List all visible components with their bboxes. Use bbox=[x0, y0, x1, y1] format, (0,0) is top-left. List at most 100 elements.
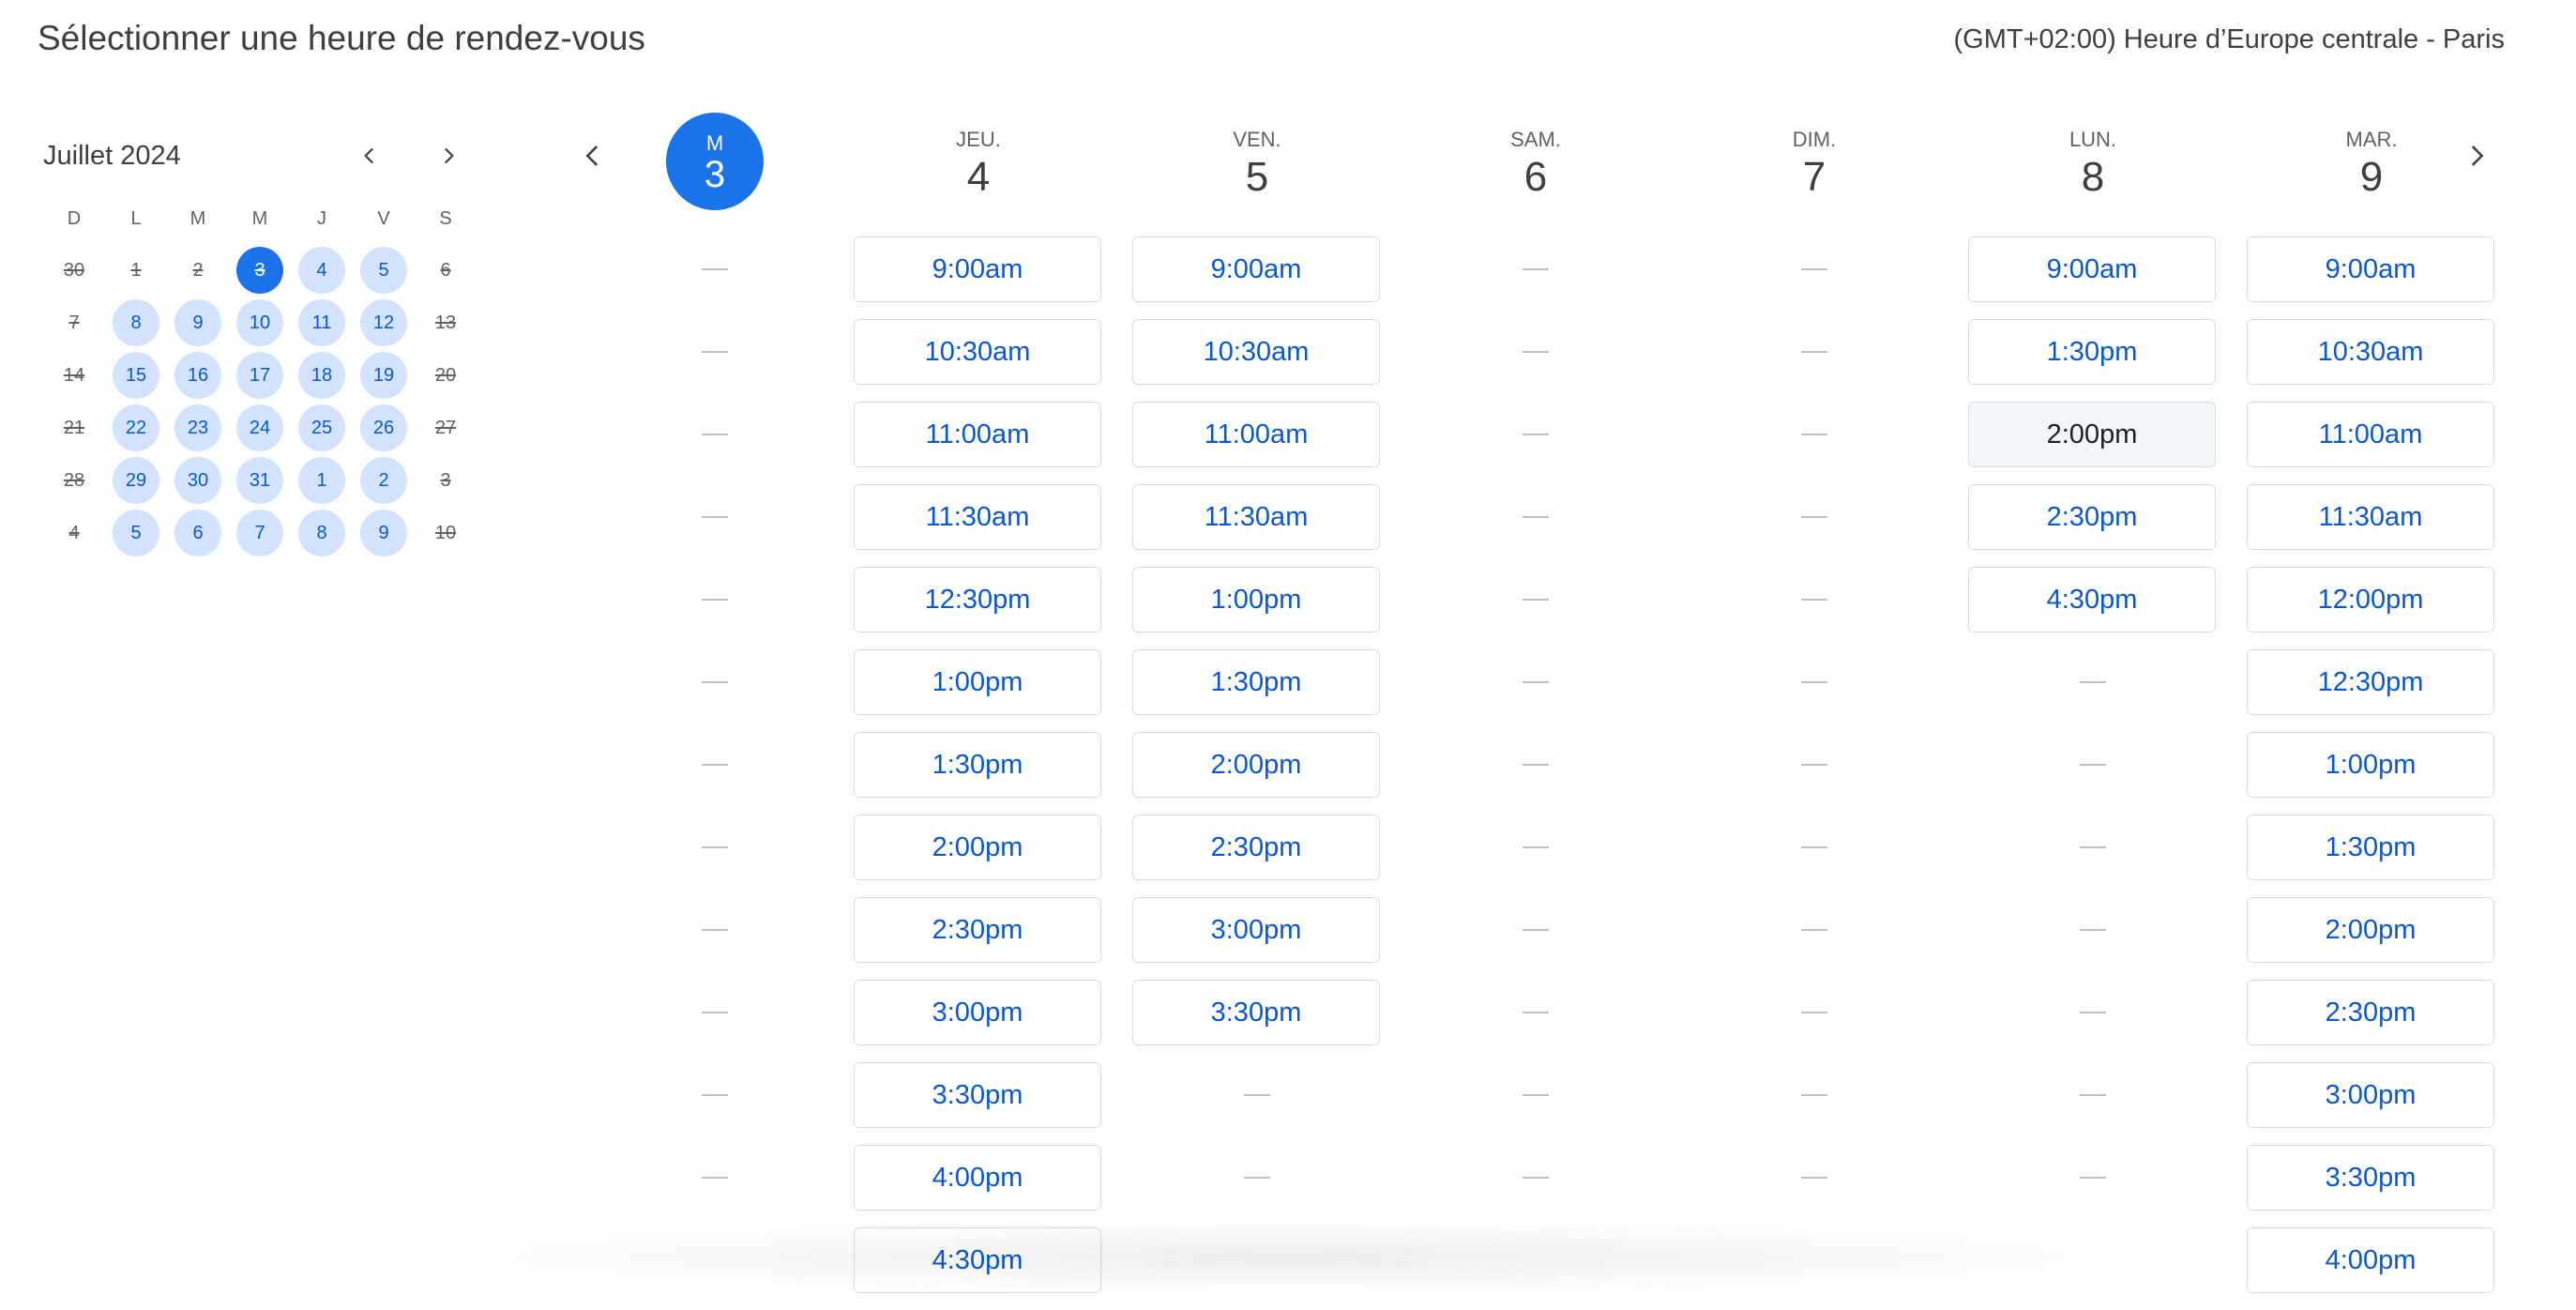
mini-calendar-day: 21 bbox=[43, 402, 105, 454]
time-slot-button[interactable]: 9:00am bbox=[1132, 236, 1380, 302]
time-slot-button[interactable]: 2:30pm bbox=[854, 897, 1101, 963]
time-slot-button[interactable]: 10:30am bbox=[1132, 319, 1380, 385]
time-slot-row: 12:00pm bbox=[2247, 567, 2496, 649]
time-slot-button[interactable]: 2:00pm bbox=[1132, 732, 1380, 798]
time-slot-button[interactable]: 11:00am bbox=[854, 402, 1101, 467]
mini-calendar-day[interactable]: 9 bbox=[167, 297, 229, 349]
time-slot-button[interactable]: 9:00am bbox=[1968, 236, 2216, 302]
mini-calendar-day[interactable]: 6 bbox=[167, 507, 229, 559]
time-slot-button[interactable]: 2:00pm bbox=[854, 815, 1101, 880]
mini-calendar-day[interactable]: 18 bbox=[291, 349, 353, 402]
time-slot-button[interactable]: 1:00pm bbox=[2247, 732, 2494, 798]
time-slot-button[interactable]: 3:30pm bbox=[1132, 980, 1380, 1045]
time-slot-button[interactable]: 1:30pm bbox=[1968, 319, 2216, 385]
day-number: 7 bbox=[236, 510, 283, 556]
mini-calendar-day[interactable]: 8 bbox=[105, 297, 167, 349]
time-slot-button[interactable]: 12:30pm bbox=[2247, 649, 2494, 715]
time-slot-button[interactable]: 4:30pm bbox=[854, 1227, 1101, 1293]
time-slot-button[interactable]: 3:00pm bbox=[1132, 897, 1380, 963]
unavailable-dash bbox=[1968, 846, 2218, 848]
mini-calendar-day: 20 bbox=[415, 349, 477, 402]
time-slot-button[interactable]: 1:00pm bbox=[854, 649, 1101, 715]
mini-calendar-day[interactable]: 2 bbox=[353, 454, 415, 507]
mini-calendar-day-selected[interactable]: 3 bbox=[229, 244, 291, 297]
time-slot-button[interactable]: 1:30pm bbox=[2247, 815, 2494, 880]
time-slot-list bbox=[638, 236, 792, 1227]
time-slot-button[interactable]: 9:00am bbox=[2247, 236, 2494, 302]
time-slot-button[interactable]: 3:30pm bbox=[2247, 1145, 2494, 1211]
mini-calendar-day[interactable]: 30 bbox=[167, 454, 229, 507]
time-slot-row bbox=[1411, 484, 1660, 567]
mini-calendar-day[interactable]: 23 bbox=[167, 402, 229, 454]
time-slot-row: 10:30am bbox=[1132, 319, 1382, 402]
mini-calendar-day: 13 bbox=[415, 297, 477, 349]
time-slot-button[interactable]: 11:30am bbox=[1132, 484, 1380, 550]
mini-calendar-day[interactable]: 26 bbox=[353, 402, 415, 454]
time-slot-button[interactable]: 3:30pm bbox=[854, 1062, 1101, 1128]
timezone-label[interactable]: (GMT+02:00) Heure d’Europe centrale - Pa… bbox=[1953, 24, 2505, 55]
time-slot-button[interactable]: 11:30am bbox=[854, 484, 1101, 550]
mini-calendar-day[interactable]: 8 bbox=[291, 507, 353, 559]
mini-calendar-day[interactable]: 17 bbox=[229, 349, 291, 402]
mini-calendar-day[interactable]: 7 bbox=[229, 507, 291, 559]
mini-calendar-day[interactable]: 10 bbox=[229, 297, 291, 349]
time-slot-button[interactable]: 4:00pm bbox=[2247, 1227, 2494, 1293]
weekday-label: J bbox=[317, 208, 326, 229]
time-slot-button[interactable]: 12:00pm bbox=[2247, 567, 2494, 632]
unavailable-dash bbox=[1690, 764, 1939, 766]
time-slot-row bbox=[1411, 815, 1660, 897]
time-slot-button[interactable]: 1:30pm bbox=[1132, 649, 1380, 715]
mini-calendar-day: 6 bbox=[415, 244, 477, 297]
mini-calendar-day[interactable]: 19 bbox=[353, 349, 415, 402]
mini-calendar-day[interactable]: 9 bbox=[353, 507, 415, 559]
time-slot-row: 11:30am bbox=[2247, 484, 2496, 567]
time-slot-button[interactable]: 9:00am bbox=[854, 236, 1101, 302]
time-slot-button[interactable]: 11:00am bbox=[1132, 402, 1380, 467]
time-slot-list bbox=[1690, 236, 1939, 1227]
time-slot-button[interactable]: 1:00pm bbox=[1132, 567, 1380, 632]
mini-calendar-day[interactable]: 12 bbox=[353, 297, 415, 349]
time-slot-button[interactable]: 11:00am bbox=[2247, 402, 2494, 467]
mini-calendar-day[interactable]: 5 bbox=[353, 244, 415, 297]
day-number: 17 bbox=[236, 352, 283, 399]
time-slot-row bbox=[1690, 897, 1939, 980]
time-slot-button[interactable]: 3:00pm bbox=[2247, 1062, 2494, 1128]
time-slot-button[interactable]: 2:30pm bbox=[2247, 980, 2494, 1045]
week-prev-button[interactable] bbox=[568, 128, 617, 184]
time-slot-button[interactable]: 3:00pm bbox=[854, 980, 1101, 1045]
time-slot-button[interactable]: 2:30pm bbox=[1968, 484, 2216, 550]
time-slot-button[interactable]: 1:30pm bbox=[854, 732, 1101, 798]
time-slot-row bbox=[1690, 1062, 1939, 1145]
mini-calendar-day[interactable]: 16 bbox=[167, 349, 229, 402]
time-slot-row bbox=[638, 567, 792, 649]
time-slot-row bbox=[638, 1145, 792, 1227]
mini-calendar-day[interactable]: 1 bbox=[291, 454, 353, 507]
mini-calendar-day[interactable]: 29 bbox=[105, 454, 167, 507]
day-of-week: JEU. bbox=[956, 128, 1001, 151]
time-slot-button[interactable]: 10:30am bbox=[2247, 319, 2494, 385]
weekday-label: S bbox=[439, 208, 452, 229]
mini-calendar-day[interactable]: 4 bbox=[291, 244, 353, 297]
mini-calendar-day[interactable]: 25 bbox=[291, 402, 353, 454]
time-slot-button[interactable]: 12:30pm bbox=[854, 567, 1101, 632]
time-slot-button[interactable]: 4:00pm bbox=[854, 1145, 1101, 1211]
day-number: 9 bbox=[2359, 154, 2384, 200]
mini-calendar-day[interactable]: 22 bbox=[105, 402, 167, 454]
time-slot-button[interactable]: 10:30am bbox=[854, 319, 1101, 385]
time-slot-button[interactable]: 11:30am bbox=[2247, 484, 2494, 550]
mini-calendar-next-button[interactable] bbox=[424, 131, 473, 180]
time-slot-row: 3:00pm bbox=[854, 980, 1103, 1062]
time-slot-button[interactable]: 2:00pm bbox=[1968, 402, 2216, 467]
mini-calendar-day[interactable]: 15 bbox=[105, 349, 167, 402]
mini-calendar-day[interactable]: 31 bbox=[229, 454, 291, 507]
time-slot-button[interactable]: 4:30pm bbox=[1968, 567, 2216, 632]
mini-calendar: Juillet 2024 DLMMJVS 30 1 2 3 4 5 6 7 8 9 10 11 12 13… bbox=[43, 131, 456, 556]
mini-calendar-prev-button[interactable] bbox=[345, 131, 394, 180]
time-slot-row: 12:30pm bbox=[854, 567, 1103, 649]
mini-calendar-day[interactable]: 11 bbox=[291, 297, 353, 349]
mini-calendar-day[interactable]: 5 bbox=[105, 507, 167, 559]
mini-calendar-day[interactable]: 24 bbox=[229, 402, 291, 454]
day-number: 4 bbox=[68, 522, 80, 543]
time-slot-button[interactable]: 2:30pm bbox=[1132, 815, 1380, 880]
time-slot-button[interactable]: 2:00pm bbox=[2247, 897, 2494, 963]
